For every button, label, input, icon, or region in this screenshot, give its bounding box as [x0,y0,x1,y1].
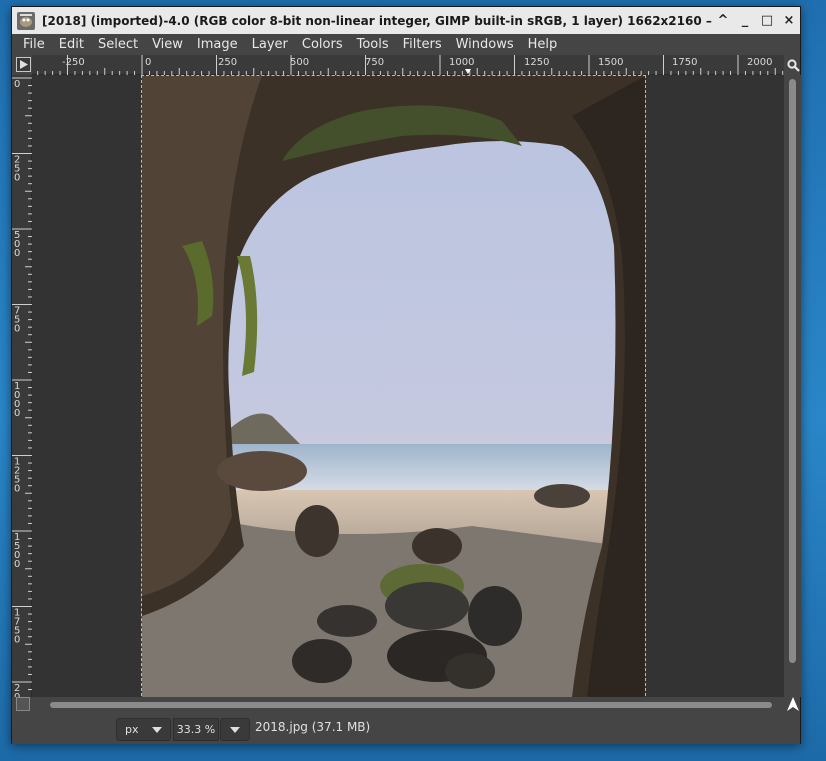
vertical-scrollbar[interactable] [785,75,801,697]
hruler-label: 1250 [524,57,549,68]
vruler-label: 500 [14,230,20,259]
menu-filters[interactable]: Filters [396,34,449,55]
shade-button[interactable]: ^ [712,10,734,32]
hruler-label: 0 [145,57,151,68]
hruler-label: 500 [290,57,309,68]
hruler-label: 1000 [449,57,474,68]
svg-text:0: 0 [14,248,20,259]
zoom-input[interactable]: 33.3 % [173,718,219,741]
hruler-label: 750 [365,57,384,68]
title-bar[interactable]: [2018] (imported)-4.0 (RGB color 8-bit n… [12,7,800,34]
vruler-label: 1250 [14,457,20,495]
vruler-label: 1750 [14,608,20,646]
minimize-button[interactable]: _ [734,10,756,32]
hruler-label: 250 [218,57,237,68]
vertical-scrollbar-thumb[interactable] [789,79,796,663]
navigate-button[interactable] [785,695,801,713]
window-title: [2018] (imported)-4.0 (RGB color 8-bit n… [42,13,712,28]
image-menu-button[interactable] [16,57,31,72]
vruler-label: 0 [14,79,20,90]
file-info-label: 2018.jpg (37.1 MB) [255,720,371,734]
zoom-image-button[interactable] [785,56,801,74]
vruler-label: 2000 [14,683,20,721]
svg-text:0: 0 [14,79,20,90]
maximize-button[interactable]: □ [756,10,778,32]
quick-mask-toggle[interactable] [16,697,30,711]
menu-file[interactable]: File [16,34,52,55]
menu-layer[interactable]: Layer [245,34,295,55]
play-arrow-icon [20,60,28,69]
horizontal-scrollbar-thumb[interactable] [50,702,772,708]
gimp-window: [2018] (imported)-4.0 (RGB color 8-bit n… [11,6,801,744]
vruler-label: 1000 [14,381,20,419]
svg-text:0: 0 [14,324,20,335]
horizontal-scrollbar[interactable] [32,697,784,713]
menu-edit[interactable]: Edit [52,34,91,55]
status-bar: px 33.3 % 2018.jpg (37.1 MB) [12,713,800,744]
svg-text:0: 0 [14,559,20,570]
magnifier-icon [786,58,800,72]
hruler-label: 1500 [598,57,623,68]
zoom-value: 33.3 % [176,723,216,736]
svg-text:0: 0 [14,484,20,495]
menu-bar: File Edit Select View Image Layer Colors… [12,34,800,55]
chevron-down-icon [230,726,240,733]
vertical-ruler[interactable]: 025050075010001250150017502000 [12,75,32,721]
vruler-label: 1500 [14,532,20,570]
image-canvas[interactable] [32,75,784,697]
menu-select[interactable]: Select [91,34,145,55]
unit-selector[interactable]: px [116,718,171,741]
chevron-down-icon [152,727,162,733]
vruler-label: 250 [14,155,20,184]
vruler-label: 750 [14,306,20,335]
sea-cave-photo [142,76,645,697]
hruler-label: -250 [62,57,85,68]
menu-windows[interactable]: Windows [449,34,521,55]
menu-image[interactable]: Image [190,34,245,55]
menu-tools[interactable]: Tools [350,34,396,55]
close-button[interactable]: × [778,10,800,32]
zoom-dropdown-button[interactable] [220,718,250,741]
image-photo[interactable] [141,75,646,697]
hruler-label: 1750 [672,57,697,68]
svg-text:0: 0 [14,408,20,419]
menu-help[interactable]: Help [521,34,565,55]
menu-view[interactable]: View [145,34,190,55]
gimp-icon [17,11,35,30]
horizontal-ruler[interactable]: -250 0 250 500 750 1000 1250 1500 1750 2… [32,55,784,75]
menu-colors[interactable]: Colors [295,34,350,55]
navigate-icon [787,697,799,711]
svg-text:0: 0 [14,635,20,646]
unit-value: px [125,723,139,736]
svg-text:0: 0 [14,173,20,184]
hruler-label: 2000 [747,57,772,68]
